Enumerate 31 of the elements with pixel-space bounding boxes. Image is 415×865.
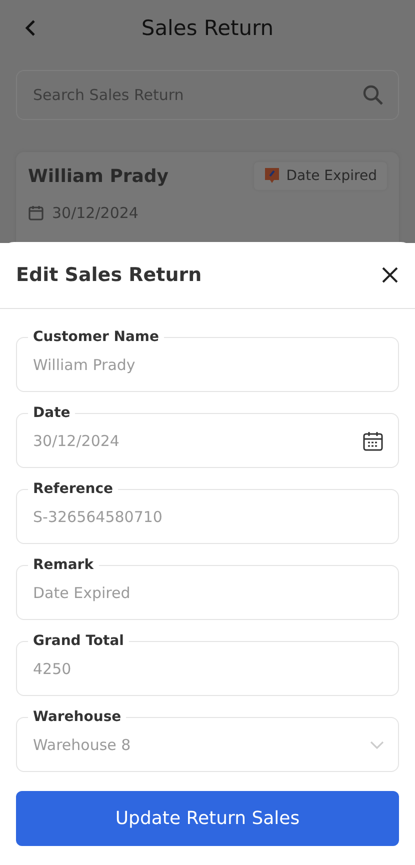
field-value: Warehouse 8 — [33, 736, 131, 754]
form-field[interactable]: Remark Date Expired — [16, 556, 399, 620]
form-field[interactable]: Date 30/12/2024 — [16, 404, 399, 468]
sheet-title: Edit Sales Return — [16, 264, 202, 286]
page-title: Sales Return — [141, 16, 274, 40]
calendar-icon — [28, 205, 44, 221]
close-icon — [381, 266, 399, 284]
field-label: Warehouse — [32, 708, 122, 726]
field-label: Remark — [32, 556, 95, 574]
field-value: S-326564580710 — [33, 508, 162, 526]
return-date: 30/12/2024 — [52, 204, 138, 222]
field-label: Grand Total — [32, 632, 125, 650]
calendar-icon[interactable] — [362, 430, 384, 452]
back-icon — [24, 18, 38, 36]
form-field[interactable]: Grand Total 4250 — [16, 632, 399, 696]
field-value: 30/12/2024 — [33, 432, 120, 450]
field-value: William Prady — [33, 356, 136, 374]
field-label: Customer Name — [32, 328, 160, 346]
status-text: Date Expired — [286, 168, 377, 184]
field-label: Reference — [32, 480, 114, 498]
field-value: 4250 — [33, 660, 72, 678]
field-label: Date — [32, 404, 72, 422]
chevron-down-icon — [370, 740, 384, 750]
message-icon — [264, 167, 280, 185]
form-field[interactable]: Warehouse Warehouse 8 — [16, 708, 399, 772]
field-value: Date Expired — [33, 584, 130, 602]
form-field[interactable]: Customer Name William Prady — [16, 328, 399, 392]
search-icon — [362, 84, 384, 106]
customer-name: William Prady — [28, 166, 169, 186]
update-button[interactable]: Update Return Sales — [16, 791, 399, 846]
form-field[interactable]: Reference S-326564580710 — [16, 480, 399, 544]
